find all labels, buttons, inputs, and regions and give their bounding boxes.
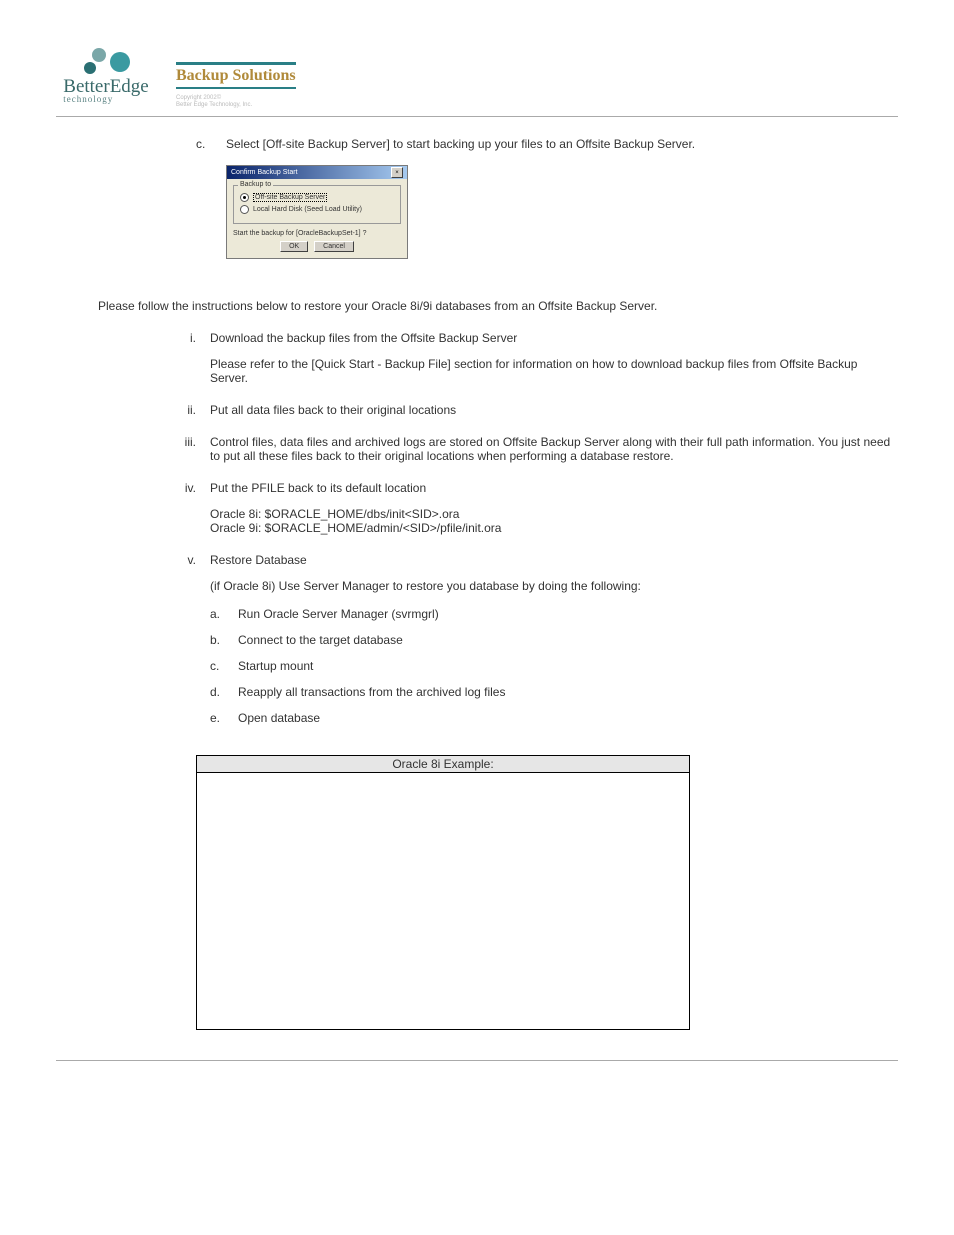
cancel-button[interactable]: Cancel — [314, 241, 354, 252]
local-disk-radio-label: Local Hard Disk (Seed Load Utility) — [253, 206, 362, 213]
step-iii: iii. Control files, data files and archi… — [164, 435, 898, 463]
step-v-title: Restore Database — [210, 553, 898, 567]
footer-divider — [56, 1060, 898, 1061]
step-v-sub: (if Oracle 8i) Use Server Manager to res… — [210, 579, 898, 593]
restore-intro: Please follow the instructions below to … — [98, 299, 888, 313]
dialog-title-text: Confirm Backup Start — [231, 169, 298, 176]
step-v-d: d. Reapply all transactions from the arc… — [210, 685, 898, 699]
step-v-c: c. Startup mount — [210, 659, 898, 673]
logo-text-main: BetterEdge — [63, 78, 148, 95]
step-ii-title: Put all data files back to their origina… — [210, 403, 898, 417]
step-iii-title: Control files, data files and archived l… — [210, 435, 898, 463]
example-body — [197, 773, 689, 1029]
ok-button[interactable]: OK — [280, 241, 308, 252]
step-i: i. Download the backup files from the Of… — [164, 331, 898, 385]
step-ii: ii. Put all data files back to their ori… — [164, 403, 898, 417]
step-i-sub: Please refer to the [Quick Start - Backu… — [210, 357, 898, 385]
step-iv: iv. Put the PFILE back to its default lo… — [164, 481, 898, 535]
example-header: Oracle 8i Example: — [197, 756, 689, 773]
example-table: Oracle 8i Example: — [196, 755, 690, 1030]
backup-to-group-label: Backup to — [238, 181, 273, 188]
company-logo: BetterEdge technology — [56, 48, 156, 103]
step-c-row: c. Select [Off-site Backup Server] to st… — [196, 137, 888, 151]
copyright-line1: Copyright 2002© — [176, 95, 296, 102]
confirm-text: Start the backup for [OracleBackupSet-1]… — [233, 230, 401, 237]
confirm-backup-dialog: Confirm Backup Start × Backup to Off-sit… — [226, 165, 408, 259]
step-c-text: Select [Off-site Backup Server] to start… — [226, 137, 695, 151]
offsite-radio-label: Off-site Backup Server — [253, 193, 327, 202]
pfile-8i: Oracle 8i: $ORACLE_HOME/dbs/init<SID>.or… — [210, 507, 898, 521]
close-icon[interactable]: × — [391, 167, 403, 178]
step-v-a: a. Run Oracle Server Manager (svrmgrl) — [210, 607, 898, 621]
step-iv-title: Put the PFILE back to its default locati… — [210, 481, 898, 495]
step-c-label: c. — [196, 137, 226, 151]
offsite-radio[interactable] — [240, 193, 249, 202]
step-v: v. Restore Database (if Oracle 8i) Use S… — [164, 553, 898, 737]
step-v-b: b. Connect to the target database — [210, 633, 898, 647]
page-header: BetterEdge technology Backup Solutions C… — [56, 48, 898, 117]
pfile-9i: Oracle 9i: $ORACLE_HOME/admin/<SID>/pfil… — [210, 521, 898, 535]
doc-title: Backup Solutions — [176, 67, 296, 85]
title-block: Backup Solutions Copyright 2002© Better … — [176, 62, 296, 108]
step-i-title: Download the backup files from the Offsi… — [210, 331, 898, 345]
step-v-e: e. Open database — [210, 711, 898, 725]
copyright-line2: Better Edge Technology, Inc. — [176, 102, 296, 109]
local-disk-radio[interactable] — [240, 205, 249, 214]
